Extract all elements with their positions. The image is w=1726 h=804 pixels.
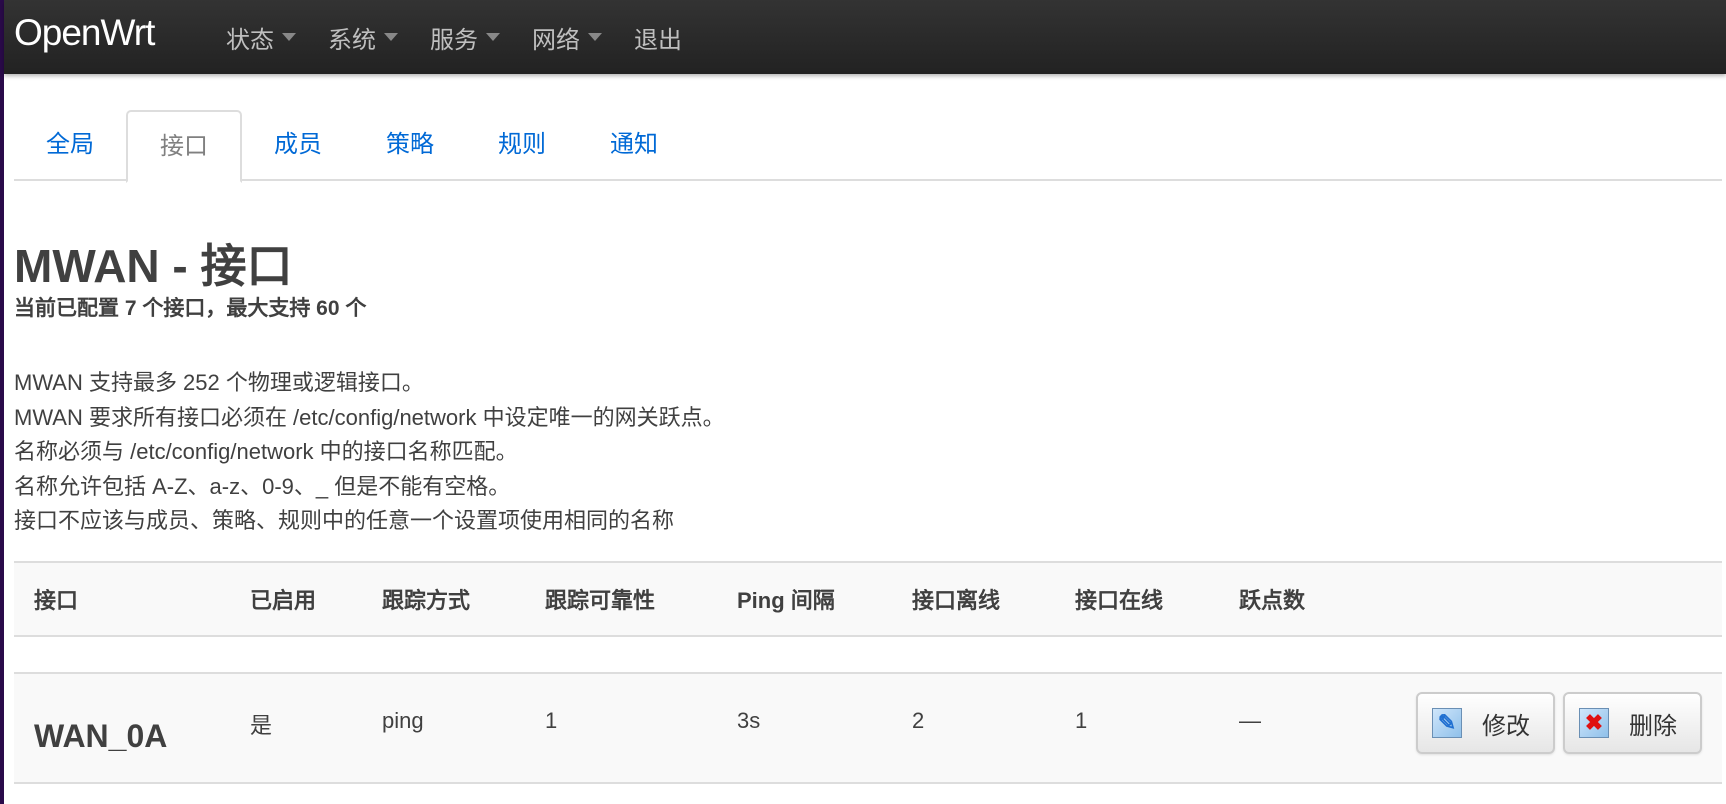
menu-status[interactable]: 状态 [226,20,296,55]
tab-rules[interactable]: 规则 [466,110,578,181]
page-subtitle: 当前已配置 7 个接口，最大支持 60 个 [14,297,367,320]
col-enabled: 已启用 [230,561,362,637]
main-menu: 状态 系统 服务 网络 退出 [226,0,714,74]
interface-name: WAN_0A [14,673,230,784]
delete-label: 删除 [1629,712,1677,740]
spacer-cell [14,636,1722,674]
col-down: 接口离线 [892,561,1055,637]
edit-icon: ✎ [1432,708,1462,738]
menu-label: 服务 [430,26,478,54]
tab-policies[interactable]: 策略 [354,110,466,181]
caret-down-icon [282,33,296,41]
col-ping-interval: Ping 间隔 [717,561,892,637]
table-row: WAN_0A 是 ping 1 3s 2 1 — ✎ 修改 ✖ 删除 [14,673,1722,784]
description-line: 接口不应该与成员、策略、规则中的任意一个设置项使用相同的名称 [14,508,675,533]
caret-down-icon [588,33,602,41]
description-line: 名称必须与 /etc/config/network 中的接口名称匹配。 [14,439,518,464]
tab-interfaces[interactable]: 接口 [126,110,242,183]
caret-down-icon [384,33,398,41]
tab-bar: 全局 接口 成员 策略 规则 通知 [14,110,1722,183]
description: MWAN 支持最多 252 个物理或逻辑接口。 MWAN 要求所有接口必须在 /… [14,366,725,539]
col-metric: 跃点数 [1219,561,1359,637]
menu-label: 状态 [226,26,274,54]
window-edge [0,0,4,804]
menu-system[interactable]: 系统 [328,20,398,55]
delete-icon: ✖ [1579,708,1609,738]
caret-down-icon [486,33,500,41]
ping-interval-value: 3s [717,673,892,784]
description-line: 名称允许包括 A-Z、a-z、0-9、_ 但是不能有空格。 [14,473,511,499]
menu-label: 系统 [328,26,376,54]
delete-button[interactable]: ✖ 删除 [1563,692,1702,754]
col-actions [1359,561,1722,637]
up-value: 1 [1055,673,1219,784]
row-actions: ✎ 修改 ✖ 删除 [1359,673,1722,784]
menu-services[interactable]: 服务 [430,20,500,55]
reliability-value: 1 [525,673,717,784]
description-line: MWAN 支持最多 252 个物理或逻辑接口。 [14,370,424,395]
page-title: MWAN - 接口 [14,240,293,292]
col-interface: 接口 [14,561,230,637]
col-up: 接口在线 [1055,561,1219,637]
description-line: MWAN 要求所有接口必须在 /etc/config/network 中设定唯一… [14,404,725,430]
brand-logo[interactable]: OpenWrt [14,12,155,54]
menu-label: 退出 [634,26,682,54]
tab-members[interactable]: 成员 [242,110,354,181]
tab-notify[interactable]: 通知 [578,110,690,181]
menu-label: 网络 [532,26,580,54]
col-reliability: 跟踪可靠性 [525,561,717,637]
col-track-method: 跟踪方式 [362,561,525,637]
tab-global[interactable]: 全局 [14,110,126,181]
top-navbar: OpenWrt 状态 系统 服务 网络 退出 [4,0,1726,74]
menu-network[interactable]: 网络 [532,20,602,55]
menu-logout[interactable]: 退出 [634,20,682,55]
spacer-row [14,636,1722,674]
down-value: 2 [892,673,1055,784]
table-header: 接口 已启用 跟踪方式 跟踪可靠性 Ping 间隔 接口离线 接口在线 跃点数 [14,561,1722,637]
enabled-value: 是 [230,673,362,784]
interfaces-table: 接口 已启用 跟踪方式 跟踪可靠性 Ping 间隔 接口离线 接口在线 跃点数 … [14,561,1722,784]
metric-value: — [1219,673,1359,784]
edit-label: 修改 [1482,712,1530,740]
edit-button[interactable]: ✎ 修改 [1416,692,1555,754]
track-method-value: ping [362,673,525,784]
